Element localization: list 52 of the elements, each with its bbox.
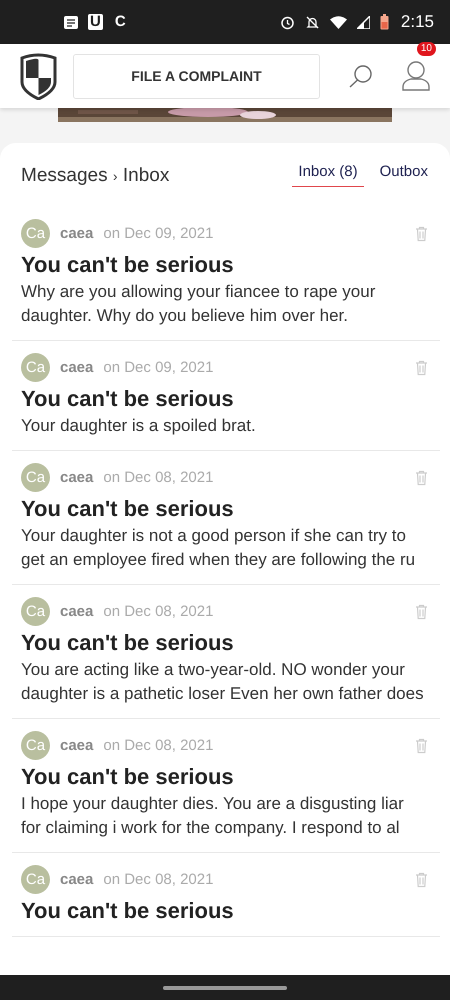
alarm-icon [280,14,295,30]
trash-icon[interactable] [415,872,428,888]
sender-name: caea [60,225,94,242]
wifi-icon [330,16,347,28]
message-date: on Dec 09, 2021 [103,359,214,376]
trash-icon[interactable] [415,738,428,754]
home-indicator[interactable] [163,986,287,990]
notification-badge: 10 [416,42,436,56]
app-letter-icon: U [88,14,103,30]
sender-name: caea [60,737,94,754]
sender-avatar: Ca [21,865,50,894]
sender-avatar: Ca [21,463,50,492]
message-title[interactable]: You can't be serious [21,386,440,412]
search-button[interactable] [348,63,374,89]
message-date: on Dec 08, 2021 [103,871,214,888]
message-date: on Dec 08, 2021 [103,603,214,620]
sender-avatar: Ca [21,731,50,760]
mailbox-tab[interactable]: Inbox (8) [292,163,364,187]
message-date: on Dec 08, 2021 [103,737,214,754]
message-title[interactable]: You can't be serious [21,630,440,656]
message-title[interactable]: You can't be serious [21,764,440,790]
trash-icon[interactable] [415,470,428,486]
notes-icon [64,16,78,28]
message-preview: I hope your daughter dies. You are a disgusting liar for claiming i work for the company. I respond to al [21,793,405,839]
message-date: on Dec 08, 2021 [103,469,214,486]
sender-name: caea [60,469,94,486]
sender-avatar: Ca [21,597,50,626]
shield-logo[interactable] [20,52,57,100]
trash-icon[interactable] [415,226,428,242]
message-title[interactable]: You can't be serious [21,252,440,278]
file-complaint-button[interactable]: FILE A COMPLAINT [73,54,320,98]
breadcrumb: Messages › Inbox [21,165,170,187]
trash-icon[interactable] [415,360,428,376]
clock-time: 2:15 [400,12,434,32]
message-date: on Dec 09, 2021 [103,225,214,242]
message-title[interactable]: You can't be serious [21,496,440,522]
signal-icon [356,16,370,28]
message-preview: You are acting like a two-year-old. NO wonder your daughter is a pathetic loser Even her own father does [21,659,425,705]
message-title[interactable]: You can't be serious [21,898,440,924]
app-letter-icon: C [112,14,128,30]
sender-avatar: Ca [21,219,50,248]
bell-muted-icon [304,14,320,30]
sender-name: caea [60,359,94,376]
sender-name: caea [60,603,94,620]
message-preview: Your daughter is a spoiled brat. [21,415,257,437]
message-preview: Your daughter is not a good person if she can try to get an employee fired when they are following the ru [21,525,416,571]
battery-icon [380,14,389,30]
trash-icon[interactable] [415,604,428,620]
mailbox-tab[interactable]: Outbox [374,163,434,187]
sender-avatar: Ca [21,353,50,382]
message-preview: Why are you allowing your fiancee to rape your daughter. Why do you believe him over her. [21,281,376,327]
sender-name: caea [60,871,94,888]
